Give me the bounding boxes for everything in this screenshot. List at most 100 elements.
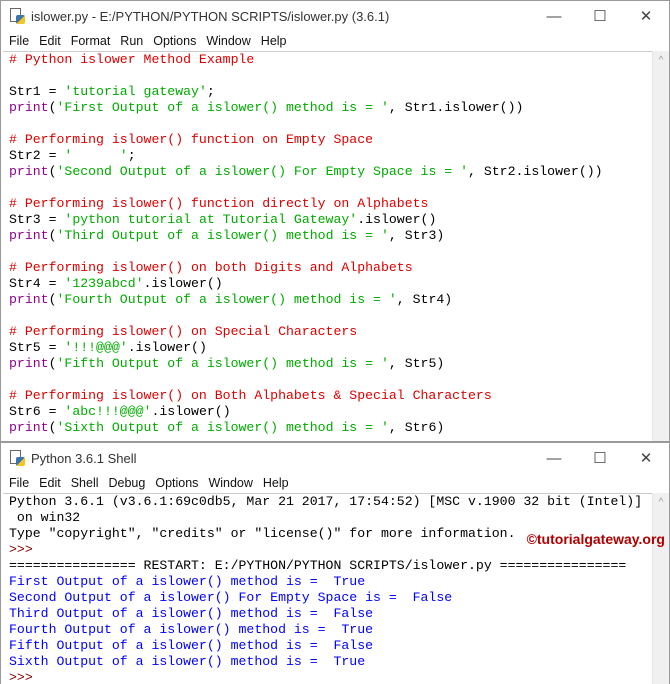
shell-line: on win32: [3, 510, 652, 526]
token: Str4 =: [9, 276, 65, 291]
token: Second Output of a islower() For Empty S…: [9, 590, 453, 605]
token: print: [9, 356, 49, 371]
menu-edit[interactable]: Edit: [34, 476, 66, 490]
token: # Performing islower() function on Empty…: [9, 132, 374, 147]
shell-line: >>>: [3, 670, 652, 684]
menu-window[interactable]: Window: [203, 476, 257, 490]
token: Fourth Output of a islower() method is =…: [9, 622, 374, 637]
code-line: # Performing islower() on Special Charac…: [3, 324, 652, 340]
menu-help[interactable]: Help: [256, 34, 292, 48]
editor-window: islower.py - E:/PYTHON/PYTHON SCRIPTS/is…: [0, 0, 670, 442]
maximize-button[interactable]: ☐: [577, 1, 623, 31]
token: .islower(): [357, 212, 437, 227]
python-file-icon: [9, 8, 25, 24]
shell-line: ================ RESTART: E:/PYTHON/PYTH…: [3, 558, 652, 574]
code-line: print('First Output of a islower() metho…: [3, 100, 652, 116]
token: print: [9, 420, 49, 435]
minimize-button[interactable]: —: [531, 1, 577, 31]
code-line: # Performing islower() on both Digits an…: [3, 260, 652, 276]
code-line: Str5 = '!!!@@@'.islower(): [3, 340, 652, 356]
token: # Performing islower() function directly…: [9, 196, 429, 211]
token: First Output of a islower() method is = …: [9, 574, 366, 589]
scroll-up-icon[interactable]: ^: [653, 493, 669, 508]
token: '1239abcd': [64, 276, 144, 291]
code-line: # Performing islower() on Both Alphabets…: [3, 388, 652, 404]
menu-debug[interactable]: Debug: [104, 476, 151, 490]
code-line: print('Fifth Output of a islower() metho…: [3, 356, 652, 372]
token: 'Fifth Output of a islower() method is =…: [56, 356, 389, 371]
menu-shell[interactable]: Shell: [66, 476, 104, 490]
code-editor[interactable]: # Python islower Method Example Str1 = 't…: [3, 51, 652, 441]
editor-titlebar: islower.py - E:/PYTHON/PYTHON SCRIPTS/is…: [1, 1, 669, 31]
editor-menubar: File Edit Format Run Options Window Help: [1, 31, 669, 51]
minimize-button[interactable]: —: [531, 443, 577, 473]
token: Str5 =: [9, 340, 65, 355]
menu-run[interactable]: Run: [115, 34, 148, 48]
menu-format[interactable]: Format: [66, 34, 116, 48]
shell-menubar: File Edit Shell Debug Options Window Help: [1, 473, 669, 493]
code-line: # Python islower Method Example: [3, 52, 652, 68]
token: ;: [206, 84, 215, 99]
token: Third Output of a islower() method is = …: [9, 606, 374, 621]
token: 'abc!!!@@@': [64, 404, 152, 419]
token: print: [9, 164, 49, 179]
code-line: print('Second Output of a islower() For …: [3, 164, 652, 180]
menu-help[interactable]: Help: [258, 476, 294, 490]
shell-line: First Output of a islower() method is = …: [3, 574, 652, 590]
shell-titlebar: Python 3.6.1 Shell — ☐ ✕: [1, 443, 669, 473]
shell-line: Python 3.6.1 (v3.6.1:69c0db5, Mar 21 201…: [3, 494, 652, 510]
token: Str6 =: [9, 404, 65, 419]
token: Type "copyright", "credits" or "license(…: [9, 526, 516, 541]
token: # Performing islower() on Special Charac…: [9, 324, 358, 339]
token: ;: [127, 148, 136, 163]
token: Str3 =: [9, 212, 65, 227]
shell-output[interactable]: Python 3.6.1 (v3.6.1:69c0db5, Mar 21 201…: [3, 493, 652, 684]
token: (: [48, 292, 57, 307]
token: print: [9, 100, 49, 115]
token: print: [9, 292, 49, 307]
close-button[interactable]: ✕: [623, 1, 669, 31]
shell-window: Python 3.6.1 Shell — ☐ ✕ File Edit Shell De…: [0, 442, 670, 684]
shell-line: Second Output of a islower() For Empty S…: [3, 590, 652, 606]
token: # Python islower Method Example: [9, 52, 255, 67]
menu-options[interactable]: Options: [148, 34, 201, 48]
token: (: [48, 164, 57, 179]
token: print: [9, 228, 49, 243]
token: Fifth Output of a islower() method is = …: [9, 638, 374, 653]
code-line: Str3 = 'python tutorial at Tutorial Gate…: [3, 212, 652, 228]
menu-options[interactable]: Options: [150, 476, 203, 490]
scroll-up-icon[interactable]: ^: [653, 51, 669, 66]
menu-file[interactable]: File: [4, 34, 34, 48]
shell-line: Third Output of a islower() method is = …: [3, 606, 652, 622]
token: 'First Output of a islower() method is =…: [56, 100, 389, 115]
code-line: Str4 = '1239abcd'.islower(): [3, 276, 652, 292]
token: on win32: [9, 510, 81, 525]
token: , Str5): [388, 356, 445, 371]
token: (: [48, 420, 57, 435]
code-line: Str2 = ' ';: [3, 148, 652, 164]
editor-scrollbar[interactable]: ^: [652, 51, 669, 441]
menu-file[interactable]: File: [4, 476, 34, 490]
token: 'python tutorial at Tutorial Gateway': [64, 212, 358, 227]
token: Sixth Output of a islower() method is = …: [9, 654, 366, 669]
token: Str2 =: [9, 148, 65, 163]
maximize-button[interactable]: ☐: [577, 443, 623, 473]
menu-window[interactable]: Window: [201, 34, 255, 48]
shell-title: Python 3.6.1 Shell: [31, 450, 137, 466]
token: # Performing islower() on Both Alphabets…: [9, 388, 492, 403]
code-line: # Performing islower() function directly…: [3, 196, 652, 212]
shell-line: Sixth Output of a islower() method is = …: [3, 654, 652, 670]
token: , Str1.islower()): [388, 100, 524, 115]
token: (: [48, 100, 57, 115]
close-button[interactable]: ✕: [623, 443, 669, 473]
token: 'tutorial gateway': [64, 84, 207, 99]
shell-scrollbar[interactable]: ^: [652, 493, 669, 684]
token: '!!!@@@': [64, 340, 128, 355]
shell-line: Fifth Output of a islower() method is = …: [3, 638, 652, 654]
token: , Str2.islower()): [468, 164, 603, 179]
token: 'Second Output of a islower() For Empty …: [56, 164, 469, 179]
menu-edit[interactable]: Edit: [34, 34, 66, 48]
